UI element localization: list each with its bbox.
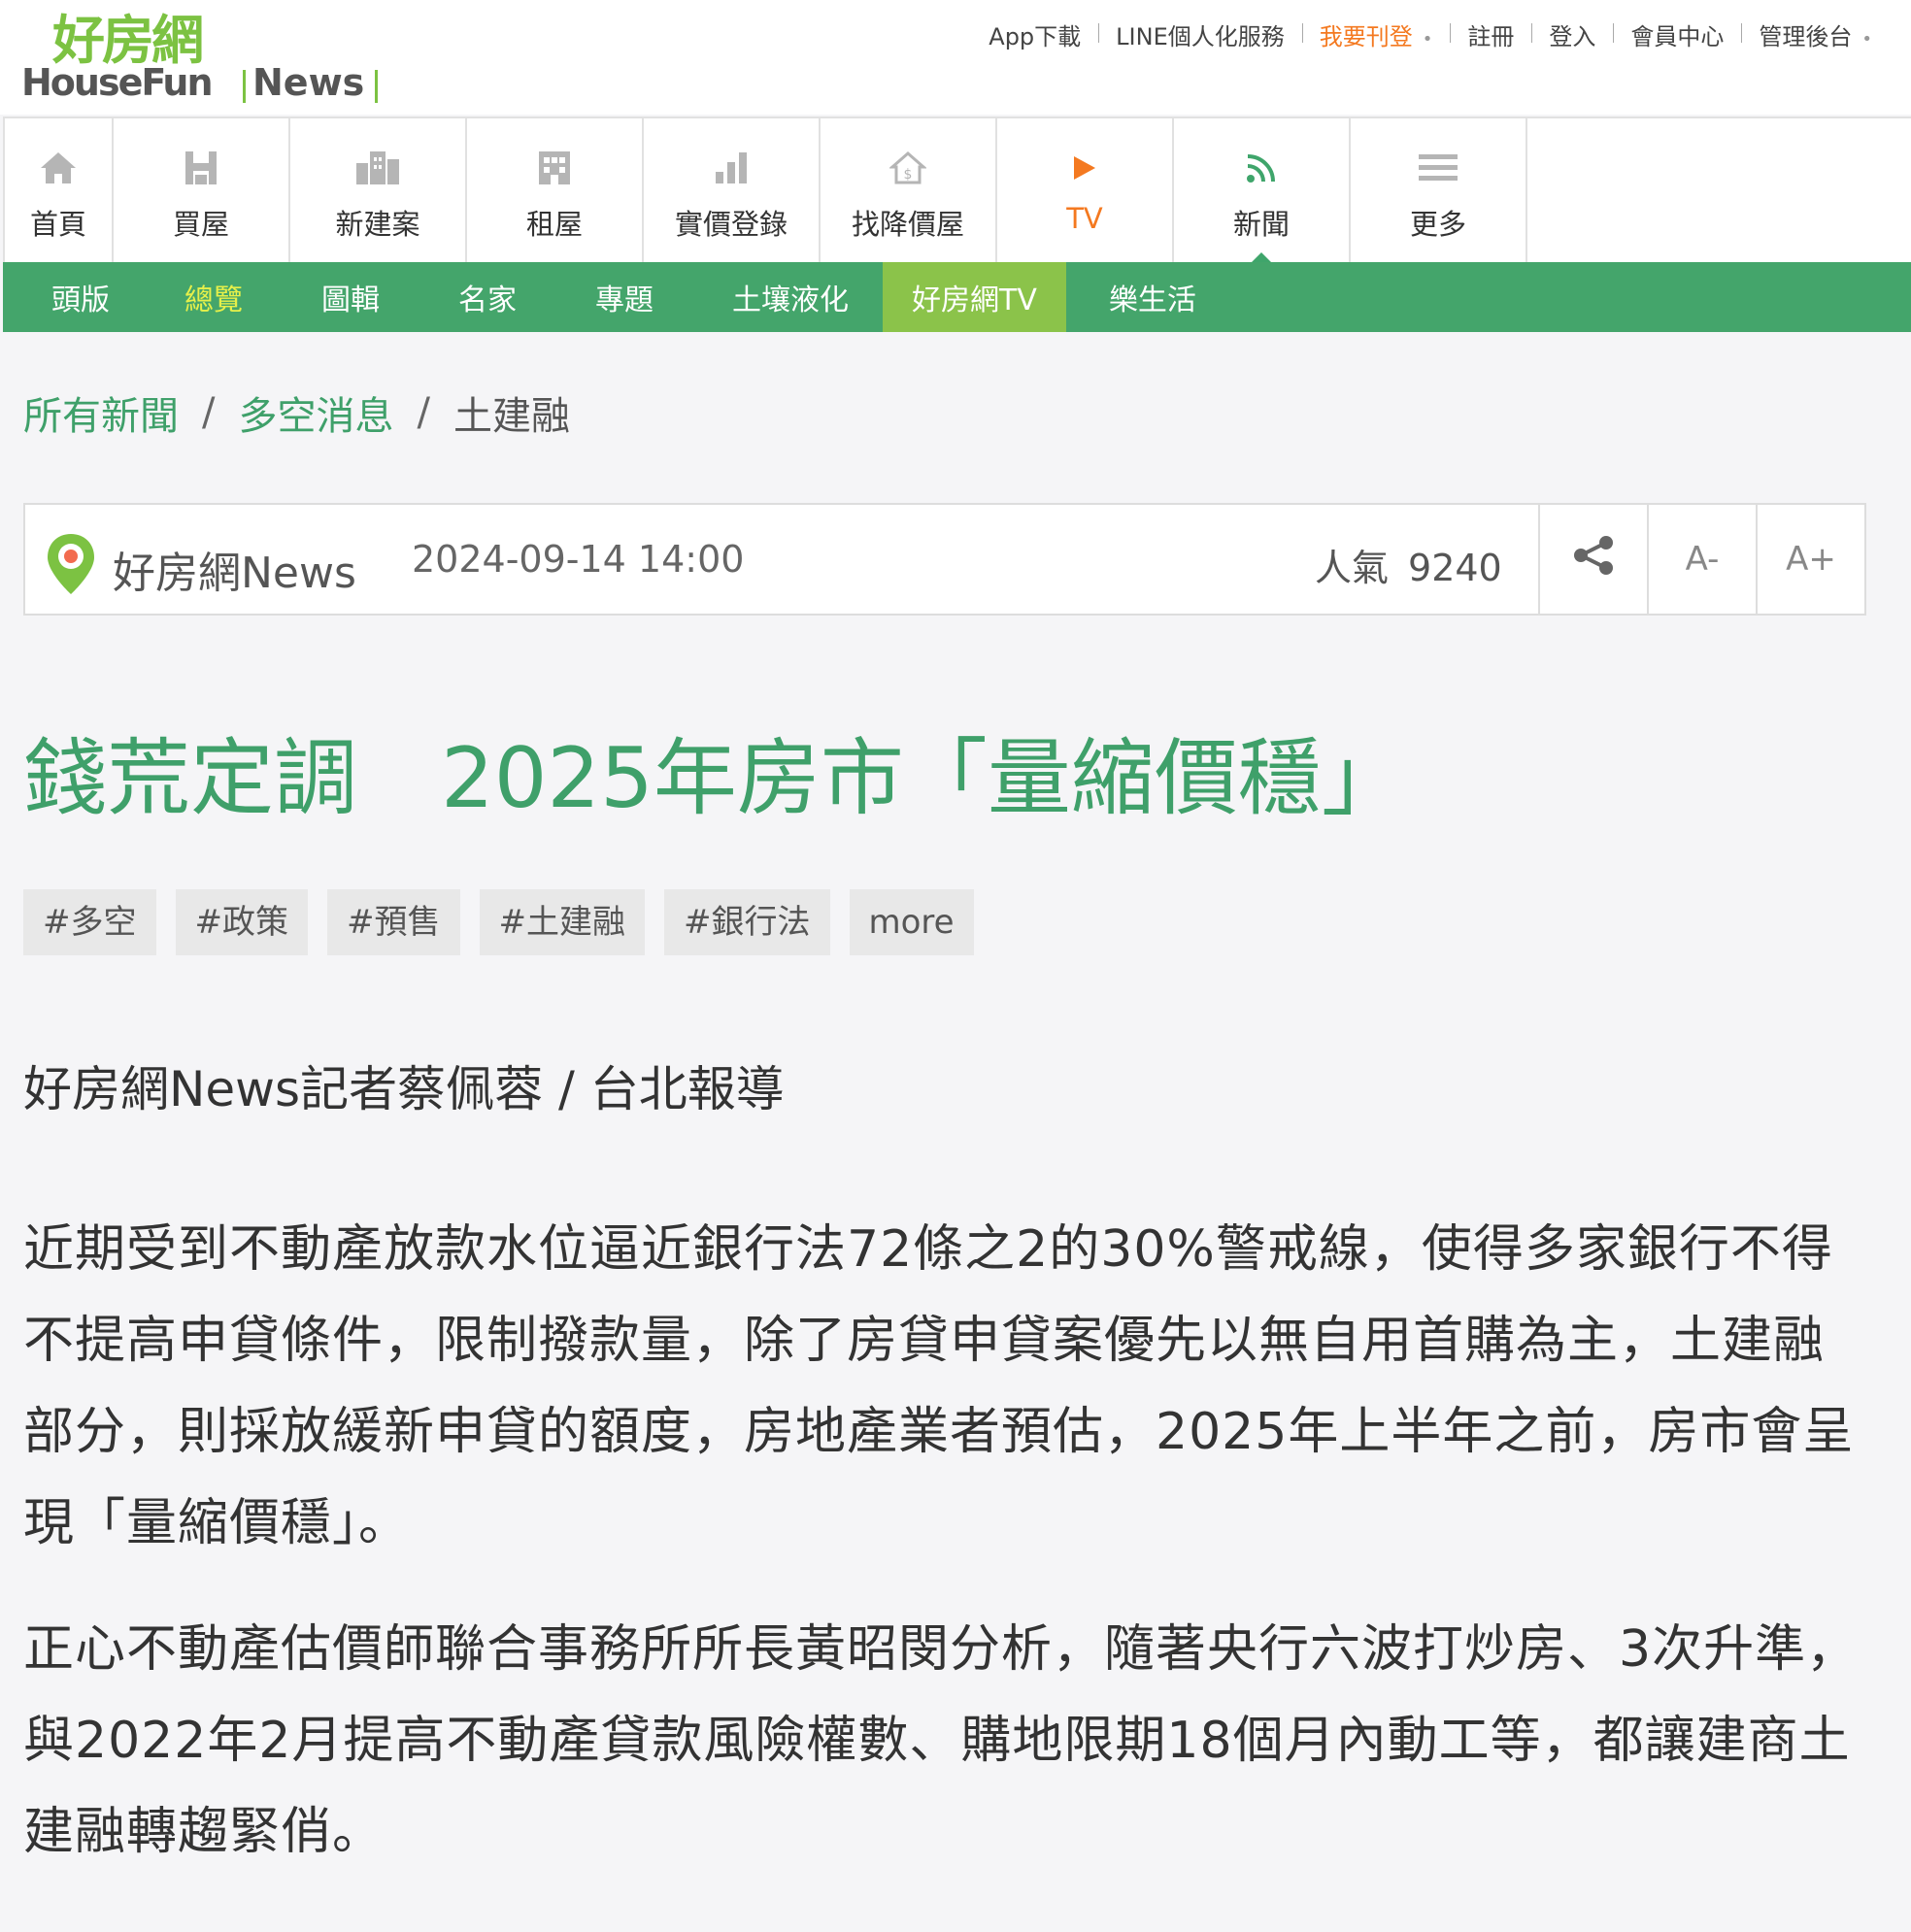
bar-chart-icon [714,146,749,190]
login-link[interactable]: 登入 [1531,17,1613,51]
subnav-lifestyle[interactable]: 樂生活 [1066,262,1221,332]
publish-datetime: 2024-09-14 14:00 [412,538,745,581]
subnav-overview[interactable]: 總覽 [134,262,267,332]
top-links: App下載 LINE個人化服務 我要刊登 • 註冊 登入 會員中心 管理後台 • [971,17,1890,51]
breadcrumb-market-news[interactable]: 多空消息 [238,384,393,441]
nav-item-label: 首頁 [29,208,86,241]
nav-item-label: 租屋 [525,208,583,241]
article-tags: #多空 #政策 #預售 #土建融 #銀行法 more [23,889,993,955]
article-paragraph: 近期受到不動產放款水位逼近銀行法72條之2的30%警戒線，使得多家銀行不得不提高… [23,1220,1855,1552]
nav-item-news[interactable]: 新聞 [1174,118,1351,264]
breadcrumb-current: 土建融 [453,394,570,439]
nav-item-label: 新聞 [1232,208,1290,241]
nav-item-actual-price[interactable]: 實價登錄 [644,118,821,264]
nav-item-label: 新建案 [335,208,420,241]
nav-item-label: 找降價屋 [851,208,964,241]
nav-item-new-projects[interactable]: 新建案 [290,118,467,264]
subnav-gallery[interactable]: 圖輯 [267,262,404,332]
register-link[interactable]: 註冊 [1450,17,1531,51]
breadcrumb-separator: / [417,390,430,435]
subnav-topics[interactable]: 專題 [541,262,678,332]
breadcrumb-separator: / [202,390,216,435]
admin-link[interactable]: 管理後台 • [1741,17,1890,51]
article-title: 錢荒定調 2025年房市「量縮價穩」 [23,730,1405,827]
tag-market[interactable]: #多空 [23,889,156,955]
price-drop-house-icon: $ [889,146,926,190]
home-icon [39,146,78,190]
rss-icon [1246,146,1277,190]
sub-nav: 頭版 總覽 圖輯 名家 專題 土壤液化 好房網TV 樂生活 [3,262,1911,332]
play-icon [1071,146,1098,190]
site-logo[interactable]: 好房網 HouseFun News [21,14,390,103]
nav-item-label: TV [1066,202,1103,235]
dropdown-dot-icon: • [1422,29,1433,50]
apartment-icon [537,146,572,190]
logo-chinese: 好房網 [52,10,204,71]
post-listing-label: 我要刊登 [1319,23,1413,50]
main-nav: 首頁 買屋 新建案 租屋 實價登錄 $ 找降價屋 TV 新聞 更多 [3,117,1911,264]
nav-item-price-drop[interactable]: $ 找降價屋 [821,118,997,264]
location-pin-icon [45,532,97,600]
font-larger-button[interactable]: A+ [1756,505,1864,614]
post-listing-link[interactable]: 我要刊登 • [1301,17,1451,51]
tag-presale[interactable]: #預售 [327,889,460,955]
svg-text:$: $ [904,167,913,183]
article-info-bar: 好房網News 2024-09-14 14:00 人氣 9240 A- A+ [23,503,1866,616]
logo-divider [243,70,246,103]
admin-label: 管理後台 [1759,23,1853,50]
logo-english: HouseFun [21,61,214,104]
tag-policy[interactable]: #政策 [175,889,308,955]
popularity-label: 人氣 [1315,547,1390,589]
font-smaller-button[interactable]: A- [1647,505,1756,614]
popularity-value: 9240 [1408,547,1502,589]
nav-item-tv[interactable]: TV [997,118,1174,264]
menu-icon [1419,146,1458,190]
share-button[interactable] [1538,505,1647,614]
nav-item-rent[interactable]: 租屋 [467,118,644,264]
subnav-soil-liquefaction[interactable]: 土壤液化 [678,262,873,332]
article-paragraph: 正心不動產估價師聯合事務所所長黃昭閔分析，隨著央行六波打炒房、3次升準，與202… [23,1620,1859,1861]
popularity-count: 人氣 9240 [1315,538,1502,591]
nav-item-label: 實價登錄 [674,208,788,241]
line-service-link[interactable]: LINE個人化服務 [1098,17,1302,51]
nav-item-more[interactable]: 更多 [1351,118,1527,264]
nav-item-buy[interactable]: 買屋 [114,118,290,264]
news-source: 好房網News [113,549,356,598]
breadcrumb: 所有新聞 / 多空消息 / 土建融 [23,384,570,441]
article-byline: 好房網News記者蔡佩蓉 / 台北報導 [23,1061,785,1117]
dropdown-dot-icon: • [1861,29,1872,50]
subnav-housefun-tv[interactable]: 好房網TV [883,262,1066,332]
subnav-front-page[interactable]: 頭版 [3,262,134,332]
tags-more-button[interactable]: more [849,889,974,955]
app-download-link[interactable]: App下載 [971,17,1098,51]
site-header: 好房網 HouseFun News App下載 LINE個人化服務 我要刊登 • … [0,0,1911,115]
tag-banking-act[interactable]: #銀行法 [664,889,830,955]
tag-construction-loan[interactable]: #土建融 [479,889,645,955]
subnav-columnists[interactable]: 名家 [404,262,541,332]
house-buy-icon [184,146,218,190]
member-center-link[interactable]: 會員中心 [1613,17,1741,51]
nav-item-label: 更多 [1409,208,1466,241]
buildings-icon [354,146,401,190]
logo-news: News [252,61,365,104]
share-icon [1571,534,1616,585]
breadcrumb-all-news[interactable]: 所有新聞 [23,384,179,441]
nav-item-home[interactable]: 首頁 [3,118,114,264]
logo-divider [375,70,378,103]
nav-item-label: 買屋 [172,208,229,241]
